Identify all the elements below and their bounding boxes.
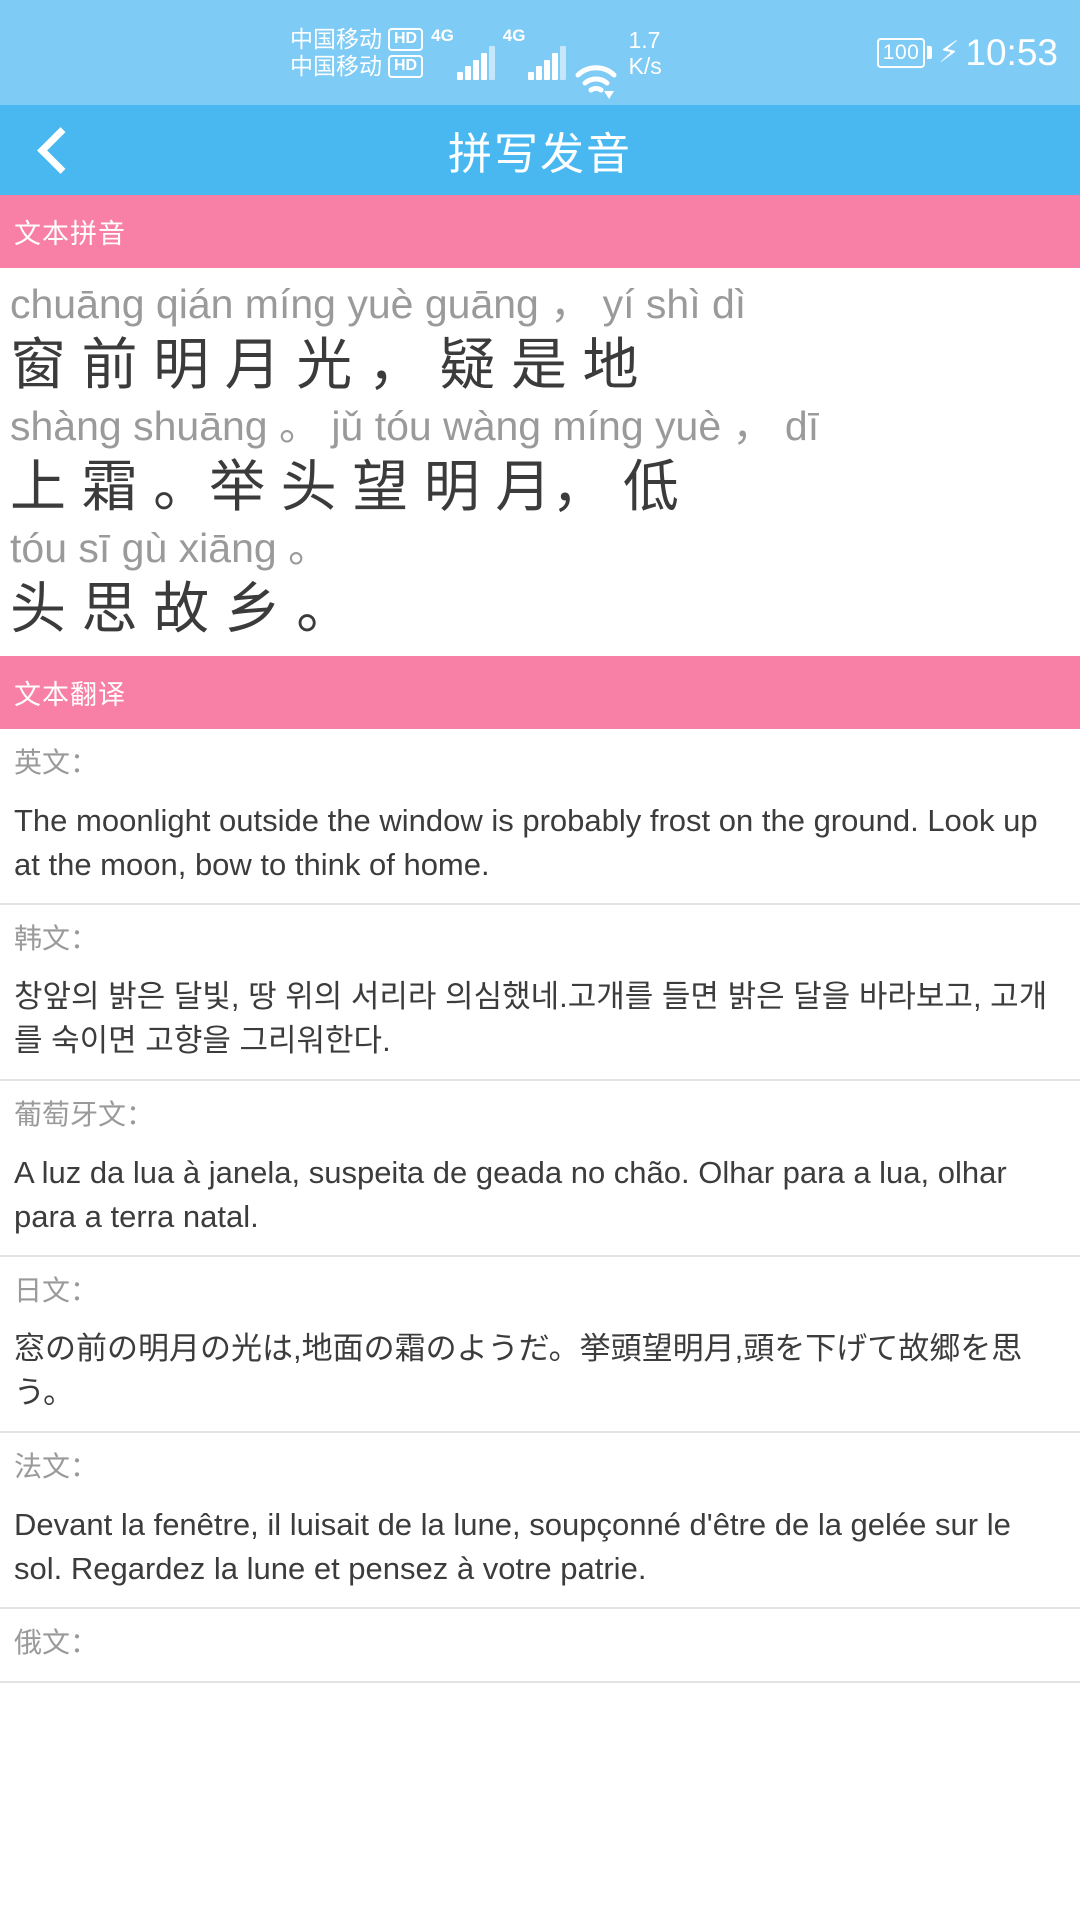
carrier-name-sim1: 中国移动 bbox=[290, 25, 382, 52]
translation-text: 窓の前の明月の光は,地面の霜のようだ。挙頭望明月,頭を下げて故郷を思う。 bbox=[14, 1331, 1023, 1410]
signal-group-sim2: 4G bbox=[503, 20, 567, 86]
translation-language-label: 英文： bbox=[14, 747, 99, 778]
pinyin-content: chuāng qián míng yuè guāng ， yí shì dì 窗… bbox=[0, 268, 1080, 656]
carrier-name-sim2: 中国移动 bbox=[290, 52, 382, 79]
battery-percent-label: 100 bbox=[876, 37, 926, 68]
status-bar: 中国移动 HD 中国移动 HD 4G 4G 1.7 K/s 100 ⚡ 10:5… bbox=[0, 0, 1080, 105]
translation-text: A luz da lua à janela, suspeita de geada… bbox=[14, 1155, 1007, 1234]
translation-language-label: 葡萄牙文： bbox=[14, 1099, 155, 1130]
list-item[interactable]: 韩文： 창앞의 밝은 달빛, 땅 위의 서리라 의심했네.고개를 들면 밝은 달… bbox=[0, 905, 1080, 1081]
section-header-pinyin: 文本拼音 bbox=[0, 195, 1080, 268]
carrier-row-sim2: 中国移动 HD bbox=[290, 52, 424, 79]
carrier-stack: 中国移动 HD 中国移动 HD bbox=[290, 25, 424, 79]
list-item[interactable]: 英文： The moonlight outside the window is … bbox=[0, 729, 1080, 905]
battery-cap bbox=[927, 46, 933, 59]
network-type-label-sim1: 4G bbox=[431, 25, 454, 45]
list-item[interactable]: 葡萄牙文： A luz da lua à janela, suspeita de… bbox=[0, 1081, 1080, 1257]
hd-badge-sim2: HD bbox=[388, 54, 424, 78]
pinyin-line-group: chuāng qián míng yuè guāng ， yí shì dì 窗… bbox=[10, 276, 1070, 398]
list-item[interactable]: 俄文： bbox=[0, 1609, 1080, 1683]
network-speed: 1.7 K/s bbox=[628, 27, 661, 79]
signal-bars-icon-sim1 bbox=[456, 45, 495, 80]
network-type-label-sim2: 4G bbox=[502, 25, 526, 45]
charging-bolt-icon: ⚡ bbox=[938, 35, 960, 69]
translation-language-label: 日文： bbox=[14, 1275, 99, 1306]
hanzi-row: 头 思 故 乡 。 bbox=[10, 577, 353, 640]
hanzi-row: 窗 前 明 月 光 ， 疑 是 地 bbox=[10, 333, 639, 396]
translation-language-label: 法文： bbox=[14, 1451, 99, 1482]
page-title: 拼写发音 bbox=[448, 130, 632, 179]
translation-language-label: 韩文： bbox=[14, 923, 99, 954]
signal-bars-icon-sim2 bbox=[528, 45, 567, 80]
wifi-icon bbox=[574, 61, 618, 101]
network-speed-unit: K/s bbox=[628, 52, 662, 79]
status-bar-left-cluster: 中国移动 HD 中国移动 HD 4G 4G 1.7 K/s bbox=[290, 0, 662, 105]
hd-badge-sim1: HD bbox=[388, 27, 424, 51]
list-item[interactable]: 日文： 窓の前の明月の光は,地面の霜のようだ。挙頭望明月,頭を下げて故郷を思う。 bbox=[0, 1257, 1080, 1433]
list-item[interactable]: 法文： Devant la fenêtre, il luisait de la … bbox=[0, 1433, 1080, 1609]
pinyin-row: chuāng qián míng yuè guāng ， yí shì dì bbox=[10, 281, 747, 327]
signal-group-sim1: 4G bbox=[431, 20, 495, 86]
pinyin-line-group: tóu sī gù xiāng 。 头 思 故 乡 。 bbox=[10, 520, 1070, 642]
battery-icon: 100 bbox=[876, 37, 933, 68]
translation-language-label: 俄文： bbox=[14, 1627, 99, 1658]
pinyin-line-group: shàng shuāng 。 jǔ tóu wàng míng yuè ， dī… bbox=[10, 398, 1070, 520]
status-bar-right-cluster: 100 ⚡ 10:53 bbox=[876, 0, 1058, 105]
network-speed-value: 1.7 bbox=[628, 26, 661, 53]
section-header-translation: 文本翻译 bbox=[0, 656, 1080, 729]
hanzi-row: 上 霜 。举 头 望 明 月， 低 bbox=[10, 455, 679, 518]
carrier-row-sim1: 中国移动 HD bbox=[290, 25, 424, 52]
pinyin-row: shàng shuāng 。 jǔ tóu wàng míng yuè ， dī bbox=[10, 403, 820, 449]
pinyin-row: tóu sī gù xiāng 。 bbox=[10, 525, 330, 571]
status-bar-clock: 10:53 bbox=[965, 31, 1058, 73]
translation-list: 英文： The moonlight outside the window is … bbox=[0, 729, 1080, 1683]
title-bar: 拼写发音 bbox=[0, 105, 1080, 195]
translation-text: Devant la fenêtre, il luisait de la lune… bbox=[14, 1507, 1011, 1586]
translation-text: 창앞의 밝은 달빛, 땅 위의 서리라 의심했네.고개를 들면 밝은 달을 바라… bbox=[14, 979, 1048, 1058]
translation-text: The moonlight outside the window is prob… bbox=[14, 803, 1038, 882]
